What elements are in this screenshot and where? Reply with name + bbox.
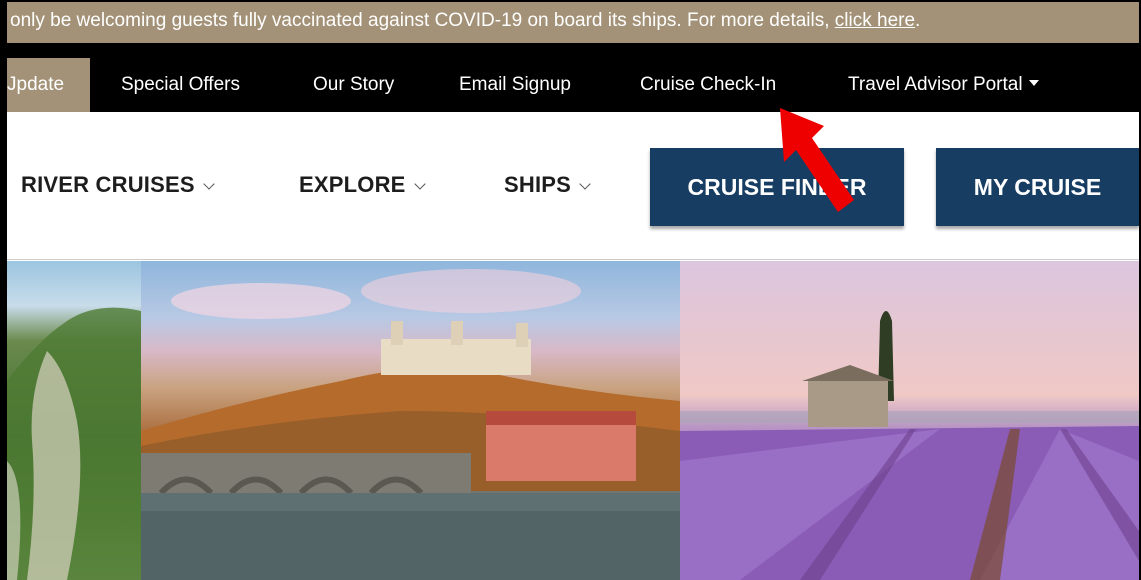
cliffs-illustration xyxy=(7,307,141,580)
nav-ships[interactable]: SHIPS xyxy=(504,172,591,198)
lavender-illustration xyxy=(680,311,1139,580)
hero-image-strip xyxy=(7,261,1139,580)
topnav-label-cruise-check-in: Cruise Check-In xyxy=(640,74,777,95)
chevron-down-icon xyxy=(413,178,426,190)
main-navigation: RIVER CRUISES EXPLORE SHIPS CRUISE FINDE… xyxy=(7,112,1139,260)
covid-announcement-banner: only be welcoming guests fully vaccinate… xyxy=(7,2,1139,43)
topnav-item-travel-advisor-portal[interactable]: Travel Advisor Portal xyxy=(848,43,1039,112)
my-cruise-button[interactable]: MY CRUISE xyxy=(936,148,1139,226)
topnav-item-cruise-check-in[interactable]: Cruise Check-In xyxy=(640,43,776,112)
topnav-item-email-signup[interactable]: Email Signup xyxy=(459,43,571,112)
castle-town-illustration xyxy=(141,269,680,580)
topnav-label-update: Jpdate xyxy=(7,74,65,95)
nav-river-cruises[interactable]: RIVER CRUISES xyxy=(21,172,215,198)
chevron-down-icon xyxy=(203,178,215,190)
click-here-link[interactable]: click here xyxy=(835,10,915,31)
topnav-item-update[interactable]: Jpdate xyxy=(7,58,91,112)
topnav-label-email-signup: Email Signup xyxy=(459,74,571,95)
nav-river-cruises-label: RIVER CRUISES xyxy=(21,172,195,197)
topnav-item-our-story[interactable]: Our Story xyxy=(313,43,394,112)
banner-period: . xyxy=(915,10,921,31)
topnav-label-special-offers: Special Offers xyxy=(121,74,240,95)
red-arrow-annotation-icon xyxy=(780,108,854,212)
nav-explore[interactable]: EXPLORE xyxy=(299,172,426,198)
chevron-down-icon xyxy=(579,178,591,190)
nav-ships-label: SHIPS xyxy=(504,172,572,197)
river-castle-town-image xyxy=(141,261,680,580)
cruise-finder-button[interactable]: CRUISE FINDER xyxy=(650,148,904,226)
topnav-item-special-offers[interactable]: Special Offers xyxy=(121,43,240,112)
topnav-label-travel-advisor-portal: Travel Advisor Portal xyxy=(848,74,1023,95)
top-navigation: Jpdate Special Offers Our Story Email Si… xyxy=(7,43,1139,112)
topnav-label-our-story: Our Story xyxy=(313,74,395,95)
lavender-field-image xyxy=(680,261,1139,580)
green-cliffs-image xyxy=(7,261,141,580)
caret-down-icon xyxy=(1028,80,1039,87)
nav-explore-label: EXPLORE xyxy=(299,172,406,197)
banner-text: only be welcoming guests fully vaccinate… xyxy=(10,10,835,31)
